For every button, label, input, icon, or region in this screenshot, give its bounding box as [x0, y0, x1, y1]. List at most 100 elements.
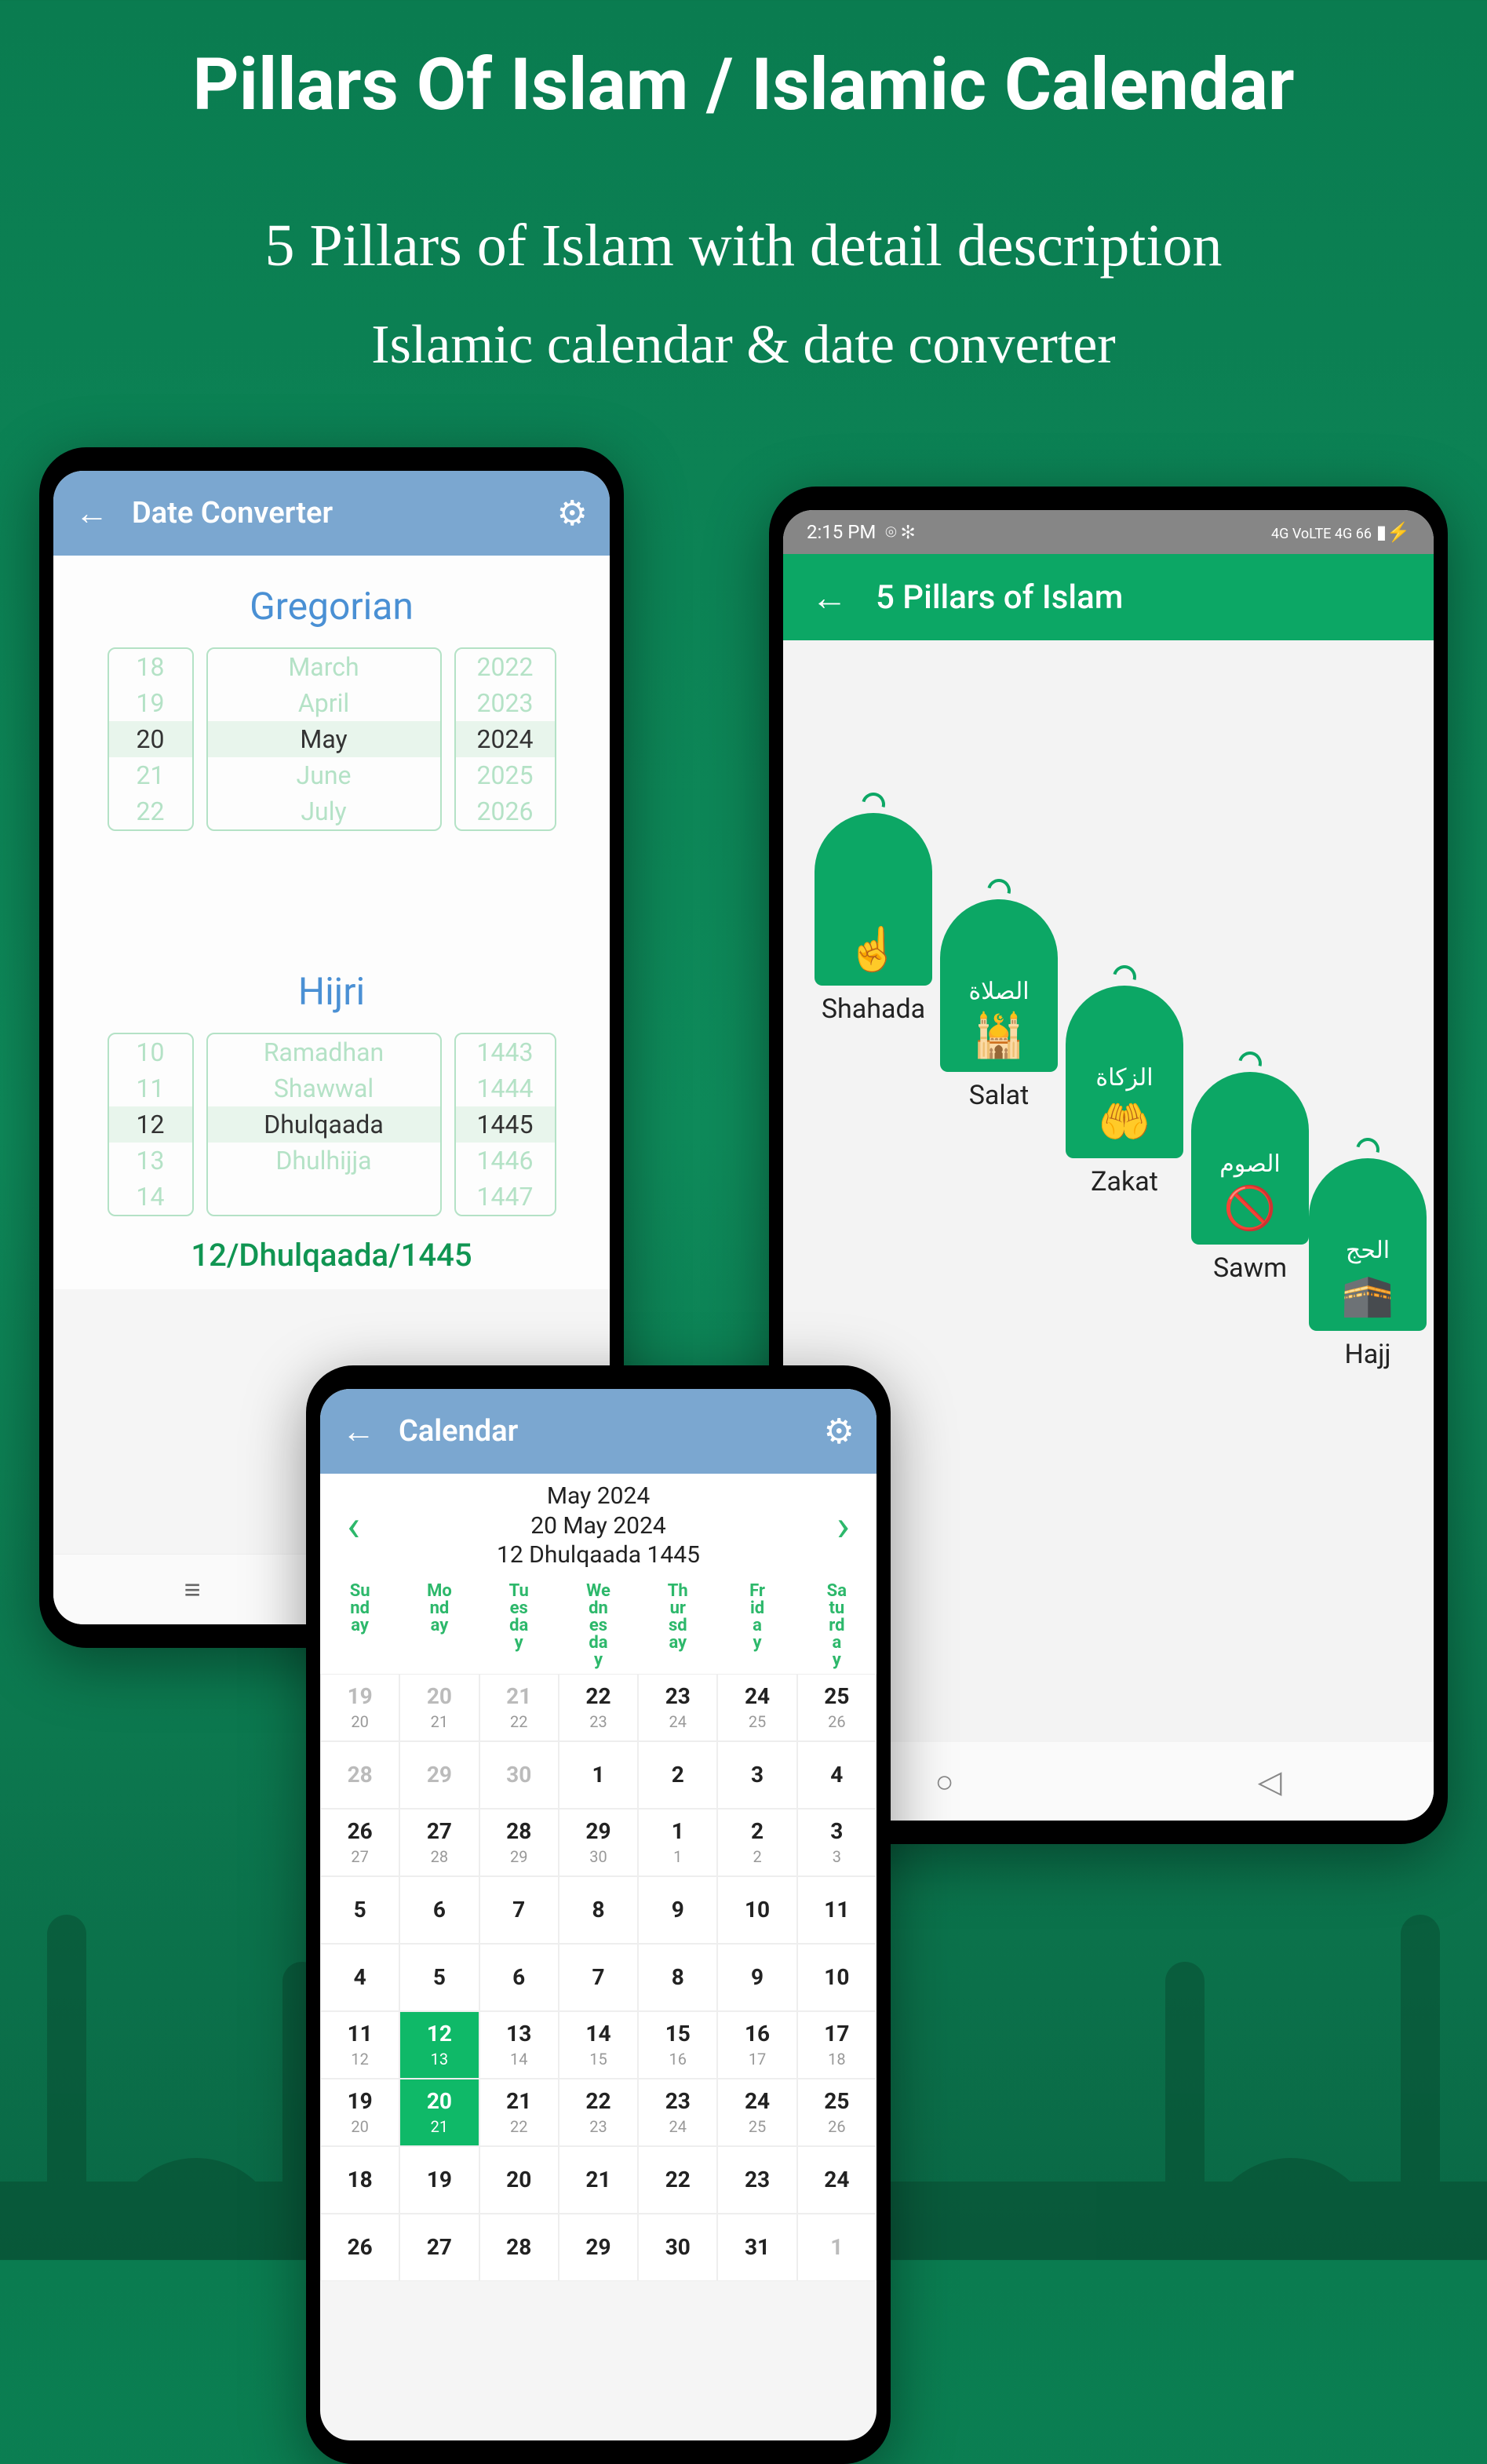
- calendar-day-cell[interactable]: 2324: [638, 2079, 717, 2146]
- calendar-day-cell[interactable]: 30: [479, 1741, 559, 1809]
- back-icon[interactable]: ←: [75, 494, 108, 533]
- nav-home-icon[interactable]: ○: [935, 1763, 954, 1800]
- calendar-day-cell[interactable]: 1314: [479, 2011, 559, 2079]
- calendar-day-cell[interactable]: 19: [399, 2146, 479, 2214]
- calendar-day-cell[interactable]: 9: [717, 1944, 796, 2011]
- nav-back-icon[interactable]: ◁: [1258, 1763, 1282, 1800]
- hijri-day-number: 29: [510, 1847, 527, 1866]
- pillar-hajj[interactable]: الحج🕋 Hajj: [1309, 1158, 1427, 1370]
- calendar-day-cell[interactable]: 6: [479, 1944, 559, 2011]
- pillar-shahada[interactable]: ☝ Shahada: [815, 813, 932, 1025]
- gear-icon[interactable]: ⚙: [557, 493, 588, 534]
- calendar-day-cell[interactable]: 2021: [399, 2079, 479, 2146]
- hijri-day-picker[interactable]: 10 11 12 13 14: [108, 1033, 194, 1216]
- calendar-day-cell[interactable]: 6: [399, 1876, 479, 1944]
- weekday-label: Su nd ay: [320, 1578, 399, 1674]
- calendar-day-cell[interactable]: 1: [797, 2214, 877, 2281]
- hijri-day-number: 3: [833, 1847, 841, 1866]
- calendar-day-cell[interactable]: 2324: [638, 1674, 717, 1741]
- calendar-day-cell[interactable]: 2930: [559, 1809, 638, 1876]
- calendar-day-cell[interactable]: 2425: [717, 2079, 796, 2146]
- calendar-grid: 1920202121222223232424252526282930123426…: [320, 1674, 877, 2281]
- calendar-day-cell[interactable]: 27: [399, 2214, 479, 2281]
- gregorian-day-number: 16: [745, 2021, 770, 2047]
- gregorian-day-number: 4: [354, 1964, 366, 1990]
- chevron-left-icon[interactable]: ‹: [336, 1500, 371, 1551]
- calendar-day-cell[interactable]: 2223: [559, 2079, 638, 2146]
- calendar-day-cell[interactable]: 1516: [638, 2011, 717, 2079]
- calendar-day-cell[interactable]: 5: [399, 1944, 479, 2011]
- calendar-day-cell[interactable]: 22: [717, 1809, 796, 1876]
- calendar-day-cell[interactable]: 33: [797, 1809, 877, 1876]
- calendar-day-cell[interactable]: 4: [797, 1741, 877, 1809]
- calendar-day-cell[interactable]: 21: [559, 2146, 638, 2214]
- calendar-day-cell[interactable]: 7: [479, 1876, 559, 1944]
- calendar-day-cell[interactable]: 2021: [399, 1674, 479, 1741]
- calendar-day-cell[interactable]: 1213: [399, 2011, 479, 2079]
- gear-icon[interactable]: ⚙: [824, 1411, 855, 1452]
- status-time: 2:15 PM ⌾ ✻: [807, 521, 915, 543]
- calendar-day-cell[interactable]: 10: [797, 1944, 877, 2011]
- calendar-day-cell[interactable]: 5: [320, 1876, 399, 1944]
- calendar-day-cell[interactable]: 8: [559, 1876, 638, 1944]
- calendar-day-cell[interactable]: 1718: [797, 2011, 877, 2079]
- calendar-day-cell[interactable]: 28: [479, 2214, 559, 2281]
- calendar-day-cell[interactable]: 2223: [559, 1674, 638, 1741]
- pillar-sawm[interactable]: الصوم🚫 Sawm: [1191, 1072, 1309, 1284]
- calendar-day-cell[interactable]: 23: [717, 2146, 796, 2214]
- calendar-day-cell[interactable]: 2122: [479, 1674, 559, 1741]
- calendar-day-cell[interactable]: 2425: [717, 1674, 796, 1741]
- calendar-day-cell[interactable]: 2526: [797, 1674, 877, 1741]
- gregorian-year-picker[interactable]: 2022 2023 2024 2025 2026: [454, 647, 556, 831]
- gregorian-day-number: 7: [512, 1897, 525, 1923]
- chevron-right-icon[interactable]: ›: [826, 1500, 861, 1551]
- calendar-day-cell[interactable]: 2728: [399, 1809, 479, 1876]
- calendar-day-cell[interactable]: 1112: [320, 2011, 399, 2079]
- calendar-day-cell[interactable]: 2526: [797, 2079, 877, 2146]
- calendar-day-cell[interactable]: 22: [638, 2146, 717, 2214]
- calendar-day-cell[interactable]: 20: [479, 2146, 559, 2214]
- calendar-day-cell[interactable]: 1: [559, 1741, 638, 1809]
- calendar-day-cell[interactable]: 2829: [479, 1809, 559, 1876]
- nav-menu-icon[interactable]: ≡: [184, 1573, 201, 1606]
- calendar-day-cell[interactable]: 7: [559, 1944, 638, 2011]
- gregorian-day-number: 29: [585, 1818, 610, 1844]
- calendar-day-cell[interactable]: 29: [559, 2214, 638, 2281]
- pillar-zakat[interactable]: الزكاة🤲 Zakat: [1066, 986, 1183, 1197]
- gregorian-month-picker[interactable]: March April May June July: [206, 647, 442, 831]
- weekday-label: Tu es da y: [479, 1578, 559, 1674]
- back-icon[interactable]: ←: [811, 576, 847, 619]
- hajj-icon: 🕋: [1341, 1270, 1394, 1320]
- calendar-day-cell[interactable]: 10: [717, 1876, 796, 1944]
- calendar-day-cell[interactable]: 1415: [559, 2011, 638, 2079]
- calendar-day-cell[interactable]: 3: [717, 1741, 796, 1809]
- calendar-day-cell[interactable]: 11: [638, 1809, 717, 1876]
- gregorian-day-number: 19: [348, 2088, 373, 2114]
- calendar-day-cell[interactable]: 8: [638, 1944, 717, 2011]
- calendar-day-cell[interactable]: 31: [717, 2214, 796, 2281]
- back-icon[interactable]: ←: [342, 1412, 375, 1451]
- calendar-day-cell[interactable]: 2122: [479, 2079, 559, 2146]
- calendar-day-cell[interactable]: 1920: [320, 1674, 399, 1741]
- gregorian-day-number: 21: [506, 1683, 531, 1709]
- calendar-day-cell[interactable]: 28: [320, 1741, 399, 1809]
- pillar-salat[interactable]: الصلاة🕌 Salat: [940, 899, 1058, 1111]
- calendar-day-cell[interactable]: 2: [638, 1741, 717, 1809]
- calendar-day-cell[interactable]: 4: [320, 1944, 399, 2011]
- gregorian-day-number: 28: [506, 1818, 531, 1844]
- calendar-day-cell[interactable]: 18: [320, 2146, 399, 2214]
- hijri-year-picker[interactable]: 1443 1444 1445 1446 1447: [454, 1033, 556, 1216]
- calendar-day-cell[interactable]: 1617: [717, 2011, 796, 2079]
- calendar-day-cell[interactable]: 30: [638, 2214, 717, 2281]
- calendar-day-cell[interactable]: 26: [320, 2214, 399, 2281]
- calendar-day-cell[interactable]: 11: [797, 1876, 877, 1944]
- calendar-day-cell[interactable]: 24: [797, 2146, 877, 2214]
- calendar-day-cell[interactable]: 1920: [320, 2079, 399, 2146]
- gregorian-day-picker[interactable]: 18 19 20 21 22: [108, 647, 194, 831]
- calendar-day-cell[interactable]: 2627: [320, 1809, 399, 1876]
- calendar-day-cell[interactable]: 9: [638, 1876, 717, 1944]
- gregorian-day-number: 12: [427, 2021, 452, 2047]
- calendar-day-cell[interactable]: 29: [399, 1741, 479, 1809]
- hijri-month-picker[interactable]: Ramadhan Shawwal Dhulqaada Dhulhijja: [206, 1033, 442, 1216]
- gregorian-day-number: 20: [506, 2167, 531, 2192]
